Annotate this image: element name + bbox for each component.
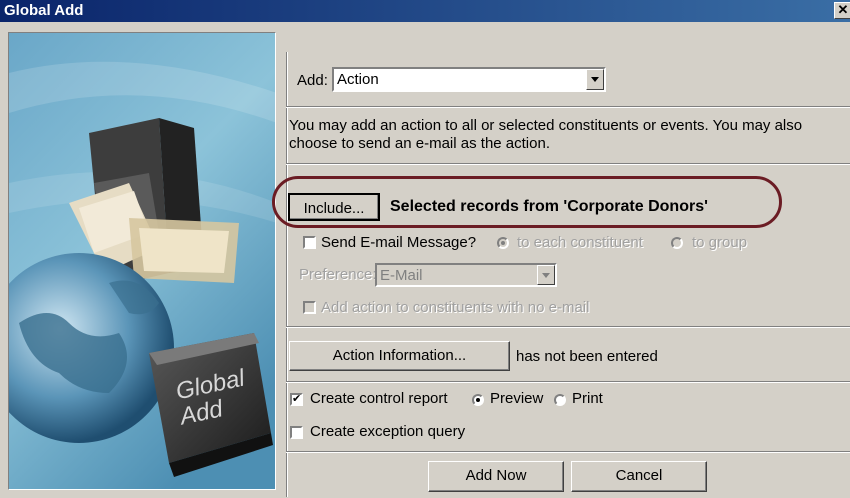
no-email-checkbox[interactable]: [303, 301, 316, 314]
chevron-down-icon[interactable]: [537, 265, 555, 285]
control-report-label: Create control report: [310, 390, 448, 407]
preference-label: Preference:: [299, 266, 377, 283]
add-now-button[interactable]: Add Now: [428, 461, 564, 492]
preference-select[interactable]: E-Mail: [375, 263, 557, 287]
include-button[interactable]: Include...: [288, 193, 380, 221]
global-add-dialog: Global Add ✕ Global Add Add: Action You …: [0, 0, 850, 498]
separator: [286, 451, 850, 453]
window-title: Global Add: [4, 2, 84, 19]
radio-preview[interactable]: [472, 394, 484, 406]
include-selection-text: Selected records from 'Corporate Donors': [390, 198, 708, 215]
control-report-checkbox[interactable]: [290, 392, 303, 406]
separator: [286, 381, 850, 383]
send-email-checkbox[interactable]: [303, 236, 316, 249]
separator: [286, 326, 850, 328]
send-email-label: Send E-mail Message?: [321, 234, 477, 251]
action-info-status: has not been entered: [516, 348, 658, 365]
title-bar: Global Add ✕: [0, 0, 850, 22]
radio-group-label: to group: [692, 234, 748, 251]
radio-each-constituent[interactable]: [497, 237, 509, 249]
add-now-label: Add Now: [465, 467, 527, 484]
radio-print[interactable]: [554, 394, 566, 406]
radio-to-group[interactable]: [671, 237, 683, 249]
no-email-label: Add action to constituents with no e-mai…: [321, 299, 590, 316]
separator: [286, 163, 850, 165]
exception-query-checkbox[interactable]: [290, 426, 303, 439]
preview-label: Preview: [490, 390, 544, 407]
global-add-illustration: Global Add: [8, 32, 276, 490]
add-label: Add:: [297, 72, 328, 89]
close-icon[interactable]: ✕: [834, 2, 850, 19]
add-type-select[interactable]: Action: [332, 67, 606, 92]
description-text: You may add an action to all or selected…: [289, 117, 803, 152]
add-type-value: Action: [337, 71, 379, 88]
panel-divider: [286, 52, 288, 497]
radio-each-label: to each constituent: [517, 234, 643, 251]
print-label: Print: [572, 390, 603, 407]
separator: [286, 106, 850, 108]
action-information-label: Action Information...: [332, 347, 467, 364]
cancel-button[interactable]: Cancel: [571, 461, 707, 492]
preference-value: E-Mail: [380, 267, 423, 284]
action-information-button[interactable]: Action Information...: [289, 341, 510, 371]
exception-query-label: Create exception query: [310, 423, 466, 440]
cancel-label: Cancel: [615, 467, 663, 484]
include-button-label: Include...: [303, 200, 365, 217]
chevron-down-icon[interactable]: [586, 69, 604, 90]
